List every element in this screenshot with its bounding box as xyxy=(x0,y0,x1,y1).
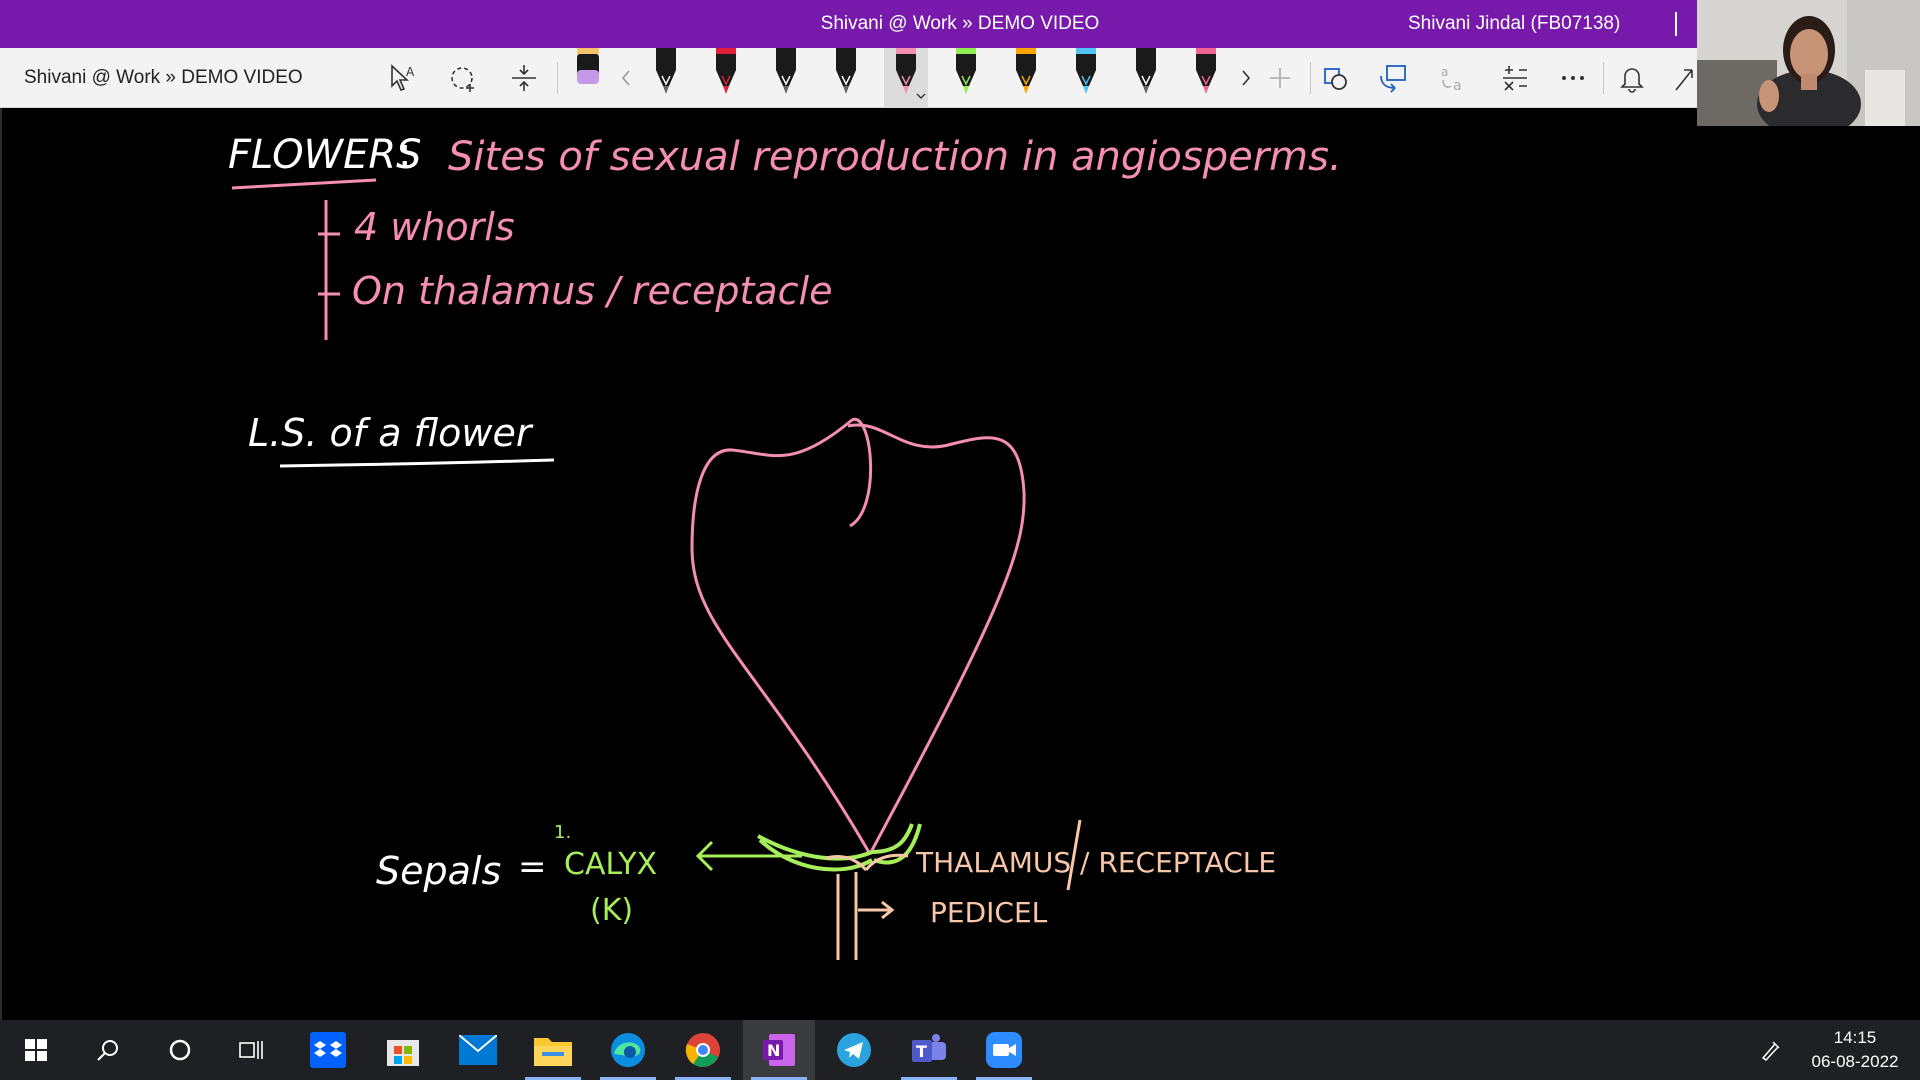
dropbox-icon[interactable] xyxy=(292,1020,364,1080)
account-name[interactable]: Shivani Jindal (FB07138) xyxy=(1408,0,1620,48)
pen-icon[interactable] xyxy=(704,48,748,108)
calyx-symbol: (K) xyxy=(590,893,633,928)
flowers-heading: FLOWERS xyxy=(228,132,422,178)
heading-underline xyxy=(231,178,377,190)
file-explorer-icon[interactable] xyxy=(517,1020,589,1080)
sepal-left xyxy=(757,834,874,872)
toolbar-divider xyxy=(557,62,558,94)
clock-time: 14:15 xyxy=(1833,1028,1877,1047)
edge-icon[interactable] xyxy=(592,1020,664,1080)
collapse-icon[interactable] xyxy=(1670,58,1698,98)
cortana-icon[interactable] xyxy=(144,1020,216,1080)
bullet-thalamus: On thalamus / receptacle xyxy=(352,269,832,313)
lasso-select-icon[interactable]: A xyxy=(382,58,422,98)
toolbar-divider xyxy=(1310,62,1311,94)
flower-definition: Sites of sexual reproduction in angiospe… xyxy=(448,134,1342,180)
svg-text:a: a xyxy=(1453,78,1462,94)
shapes-icon[interactable] xyxy=(1316,58,1356,98)
pedicel-label: PEDICEL xyxy=(930,896,1048,929)
bullet-whorls: 4 whorls xyxy=(354,205,515,249)
pen-workspace-icon[interactable] xyxy=(1746,1020,1796,1080)
svg-text:N: N xyxy=(767,1041,780,1060)
ls-heading: L.S. of a flower xyxy=(248,411,534,455)
petal-right xyxy=(847,423,1026,855)
pen-icon[interactable] xyxy=(884,48,928,108)
pen-icon[interactable] xyxy=(1124,48,1168,108)
draw-toolbar: Shivani @ Work » DEMO VIDEO A aa xyxy=(0,48,1920,108)
toolbar-divider xyxy=(1603,62,1604,94)
ls-underline xyxy=(279,458,555,468)
pen-icon[interactable] xyxy=(1184,48,1228,108)
thalamus-label: THALAMUS / RECEPTACLE xyxy=(915,846,1276,879)
pen-icon[interactable] xyxy=(1004,48,1048,108)
pen-icon[interactable] xyxy=(944,48,988,108)
heading-colon: : xyxy=(398,130,411,176)
pedicel xyxy=(836,872,858,960)
pen-icon[interactable] xyxy=(644,48,688,108)
more-icon[interactable] xyxy=(1553,58,1593,98)
svg-text:a: a xyxy=(1441,65,1448,79)
calyx-arrow xyxy=(695,840,802,872)
webcam-preview[interactable] xyxy=(1697,0,1920,126)
bullet-bracket xyxy=(318,200,340,340)
system-clock[interactable]: 14:15 06-08-2022 xyxy=(1800,1026,1910,1074)
window-title: Shivani @ Work » DEMO VIDEO xyxy=(820,13,1100,34)
onenote-icon[interactable]: N xyxy=(743,1020,815,1080)
chevron-left-icon[interactable] xyxy=(606,58,646,98)
pedicel-arrow xyxy=(858,900,895,920)
bell-icon[interactable] xyxy=(1612,58,1652,98)
petal-left xyxy=(690,418,873,855)
svg-text:A: A xyxy=(406,65,415,79)
calyx-label: CALYX xyxy=(564,847,657,882)
title-bar: Shivani @ Work » DEMO VIDEO Shivani Jind… xyxy=(0,0,1920,48)
svg-text:T: T xyxy=(916,1042,927,1061)
equals-sign: = xyxy=(518,847,547,887)
note-canvas[interactable]: FLOWERS : Sites of sexual reproduction i… xyxy=(0,108,1920,1020)
clock-date: 06-08-2022 xyxy=(1811,1052,1899,1071)
taskbar: N T 14:15 06-08-2022 xyxy=(0,1020,1920,1080)
pen-icon[interactable] xyxy=(824,48,868,108)
search-icon[interactable] xyxy=(72,1020,144,1080)
teams-icon[interactable]: T xyxy=(893,1020,965,1080)
pen-icon[interactable] xyxy=(1064,48,1108,108)
breadcrumb[interactable]: Shivani @ Work » DEMO VIDEO xyxy=(24,48,303,108)
title-divider xyxy=(1675,12,1677,36)
ink-to-text-icon[interactable]: aa xyxy=(1434,58,1474,98)
highlighter-icon[interactable] xyxy=(566,48,610,108)
add-pen-icon[interactable] xyxy=(1260,58,1300,98)
microsoft-store-icon[interactable] xyxy=(367,1020,439,1080)
chrome-icon[interactable] xyxy=(667,1020,739,1080)
start-icon[interactable] xyxy=(0,1020,72,1080)
mail-icon[interactable] xyxy=(442,1020,514,1080)
zoom-icon[interactable] xyxy=(968,1020,1040,1080)
add-space-icon[interactable] xyxy=(504,58,544,98)
pen-icon[interactable] xyxy=(764,48,808,108)
lasso-icon[interactable] xyxy=(444,58,484,98)
label-number: 1. xyxy=(554,822,571,843)
math-icon[interactable] xyxy=(1495,58,1535,98)
sepals-label: Sepals xyxy=(376,849,501,893)
task-view-icon[interactable] xyxy=(216,1020,288,1080)
telegram-icon[interactable] xyxy=(818,1020,890,1080)
ink-to-shape-icon[interactable] xyxy=(1374,58,1414,98)
